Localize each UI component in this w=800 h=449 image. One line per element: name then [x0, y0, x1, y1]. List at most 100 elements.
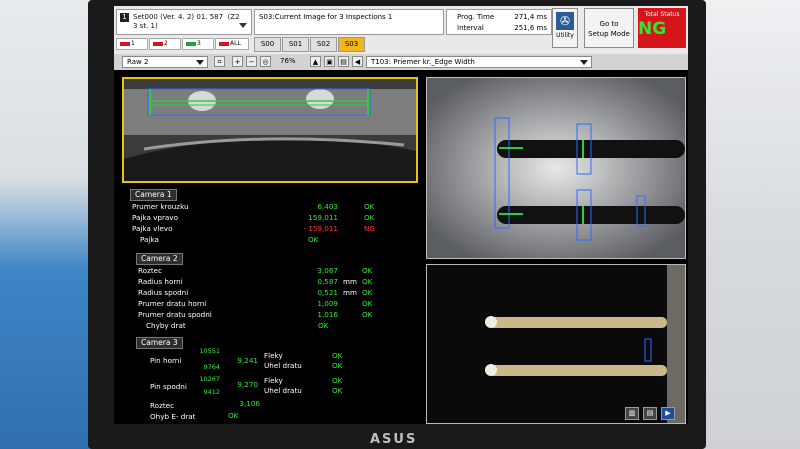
tab-s02[interactable]: S02 [310, 37, 337, 52]
roztec-label: Roztec [150, 401, 175, 410]
monitor-brand-logo: ASUS [370, 432, 418, 447]
camera1-row-status: OK [364, 202, 375, 211]
interval-label: Interval [457, 24, 484, 32]
set-number: 1 [120, 13, 129, 22]
set-info: Set000 (Ver. 4. 2) 01. 587 (Z2 3 st. 1) [133, 13, 240, 31]
camera2-row-label: Radius spodni [138, 288, 189, 297]
camera2-row-value: 1,016 [317, 310, 338, 319]
tool-select-value: T103: Priemer kr._Edge Width [371, 58, 475, 66]
camera2-row-status: OK [318, 321, 329, 330]
camera-tab-3[interactable]: 3 [182, 38, 214, 50]
camera-3-label: 3 [197, 40, 201, 47]
tab-s03[interactable]: S03 [338, 37, 365, 52]
display-toggle-icon[interactable]: ▤ [338, 56, 349, 67]
camera2-image-svg [427, 78, 685, 258]
camera1-section-title: Camera 1 [130, 189, 177, 201]
camera2-row-label: Prumer dratu horni [138, 299, 207, 308]
camera-2-indicator [153, 41, 163, 46]
camera-tab-all[interactable]: ALL [215, 38, 249, 50]
camera1-row-value: - 159,011 [303, 224, 338, 233]
camera2-row-status: OK [362, 288, 373, 297]
pin-spodni-uhel-label: Uhel dratu [264, 386, 302, 395]
camera1-row-label: Pajka vlevo [132, 224, 173, 233]
utility-button[interactable]: ✇ Utility [552, 8, 578, 48]
ohyb-status: OK [228, 411, 239, 420]
set-line1: Set000 (Ver. 4. 2) 01. 587 [133, 13, 224, 21]
camera-2-label: 2 [164, 40, 168, 47]
camera-tab-2[interactable]: 2 [149, 38, 181, 50]
wrench-icon: ✇ [556, 12, 574, 30]
camera2-row-label: Roztec [138, 266, 163, 275]
zoom-out-icon[interactable]: − [246, 56, 257, 67]
camera1-image[interactable] [122, 77, 418, 183]
setup-mode-button[interactable]: Go to Setup Mode [584, 8, 634, 48]
camera2-row-value: 3,067 [317, 266, 338, 275]
pin-horni-uhel-label: Uhel dratu [264, 361, 302, 370]
camera2-row-label: Prumer dratu spodni [138, 310, 212, 319]
histogram-icon[interactable]: ▥ [625, 407, 639, 420]
pin-horni-bottom: 9764 [203, 363, 220, 371]
results-panel: Camera 1 Prumer krouzku 6,403 OK Pajka v… [128, 189, 418, 421]
header-bar: 1 Set000 (Ver. 4. 2) 01. 587 (Z2 3 st. 1… [114, 6, 688, 54]
pin-spodni-label: Pin spodni [150, 382, 187, 391]
ohyb-label: Ohyb E- drat [150, 412, 196, 421]
zoom-reset-icon[interactable]: ◎ [260, 56, 271, 67]
camera3-image-svg [427, 265, 685, 423]
roztec-value: 3,106 [239, 399, 260, 408]
list-view-icon[interactable]: ▤ [643, 407, 657, 420]
utility-label: Utility [556, 32, 574, 39]
camera2-image[interactable] [426, 77, 686, 259]
play-icon[interactable]: ▶ [661, 407, 675, 420]
camera2-row-unit: mm [343, 288, 358, 297]
pin-horni-flek-status: OK [332, 351, 343, 360]
tab-s00[interactable]: S00 [254, 37, 281, 52]
setup-label-2: Setup Mode [588, 30, 630, 38]
camera1-image-svg [124, 79, 416, 181]
camera1-row-value: 159,011 [308, 213, 338, 222]
pin-horni-flek-label: Fleky [264, 351, 283, 360]
image-select-value: Raw 2 [127, 58, 149, 66]
camera3-image[interactable]: ▥ ▤ ▶ [426, 264, 686, 424]
total-status-badge: Total Status NG [638, 8, 686, 48]
prev-icon[interactable]: ◀ [352, 56, 363, 67]
pin-horni-top: 10551 [199, 347, 220, 355]
tab-row: 1 2 3 ALL S00 S01 S02 S03 [114, 36, 544, 54]
image-toolbar: Raw 2 ⌗ + − ◎ 76% ▲ ▣ ▤ ◀ T103: Priemer … [114, 54, 688, 70]
pin-spodni-bottom: 9412 [203, 388, 220, 396]
camera2-row-status: OK [362, 266, 373, 275]
pan-up-icon[interactable]: ▲ [310, 56, 321, 67]
camera-all-label: ALL [230, 40, 241, 47]
camera2-row-status: OK [362, 299, 373, 308]
pin-spodni-mid: 9,270 [237, 380, 258, 389]
tab-s01[interactable]: S01 [282, 37, 309, 52]
interval-value: 251,6 ms [514, 24, 547, 32]
image-select[interactable]: Raw 2 [122, 56, 208, 68]
pin-spodni-flek-status: OK [332, 376, 343, 385]
prog-time-value: 271,4 ms [514, 13, 547, 21]
camera1-row-label: Pajka [140, 235, 159, 244]
camera1-row-status: OK [364, 213, 375, 222]
image-mode-icon[interactable]: ▣ [324, 56, 335, 67]
zoom-level: 76% [280, 57, 296, 65]
camera2-row-value: 0,521 [317, 288, 338, 297]
camera-all-indicator [219, 41, 229, 46]
prog-time-label: Prog. Time [457, 13, 495, 21]
fit-icon[interactable]: ⌗ [214, 56, 225, 67]
camera1-row-status: NG [364, 224, 375, 233]
camera1-row-label: Pajka vpravo [132, 213, 178, 222]
camera2-row-label: Chyby drat [146, 321, 186, 330]
camera1-row-status: OK [308, 235, 319, 244]
zoom-in-icon[interactable]: + [232, 56, 243, 67]
pin-spodni-uhel-status: OK [332, 386, 343, 395]
tool-select[interactable]: T103: Priemer kr._Edge Width [366, 56, 592, 68]
background-right [690, 0, 800, 449]
setup-label-1: Go to [599, 20, 619, 28]
camera2-row-unit: mm [343, 277, 358, 286]
scene-selector[interactable]: 1 Set000 (Ver. 4. 2) 01. 587 (Z2 3 st. 1… [116, 9, 252, 35]
camera2-row-status: OK [362, 277, 373, 286]
screen: 1 Set000 (Ver. 4. 2) 01. 587 (Z2 3 st. 1… [114, 6, 688, 424]
camera-tab-1[interactable]: 1 [116, 38, 148, 50]
set-line2: 3 st. 1) [133, 22, 158, 30]
pin-spodni-top: 10267 [199, 375, 220, 383]
timing-panel: Prog. Time 271,4 ms Interval 251,6 ms [446, 9, 552, 35]
